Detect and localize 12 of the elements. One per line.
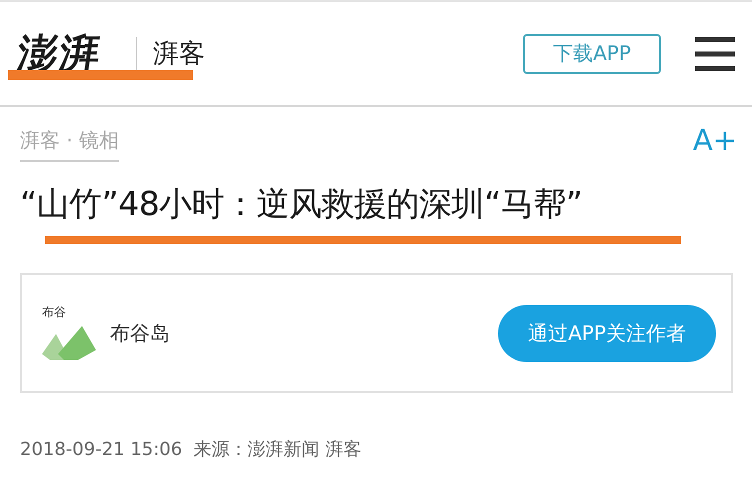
channel-name: 湃客 [153,38,205,71]
menu-icon[interactable] [695,36,735,70]
mountain-icon [42,324,96,360]
follow-author-button[interactable]: 通过APP关注作者 [498,304,716,362]
headline: “山竹”48小时：逆风救援的深圳“马帮” [20,183,582,225]
breadcrumb[interactable]: 湃客 · 镜相 [20,127,120,162]
download-app-button[interactable]: 下载APP [523,34,661,74]
avatar-text: 布谷 [42,304,66,321]
logo[interactable]: 澎湃 [4,26,116,81]
author-name[interactable]: 布谷岛 [110,320,170,346]
font-size-button[interactable]: A+ [692,123,737,157]
publish-info: 2018-09-21 15:06 来源：澎湃新闻 湃客 [20,438,362,461]
